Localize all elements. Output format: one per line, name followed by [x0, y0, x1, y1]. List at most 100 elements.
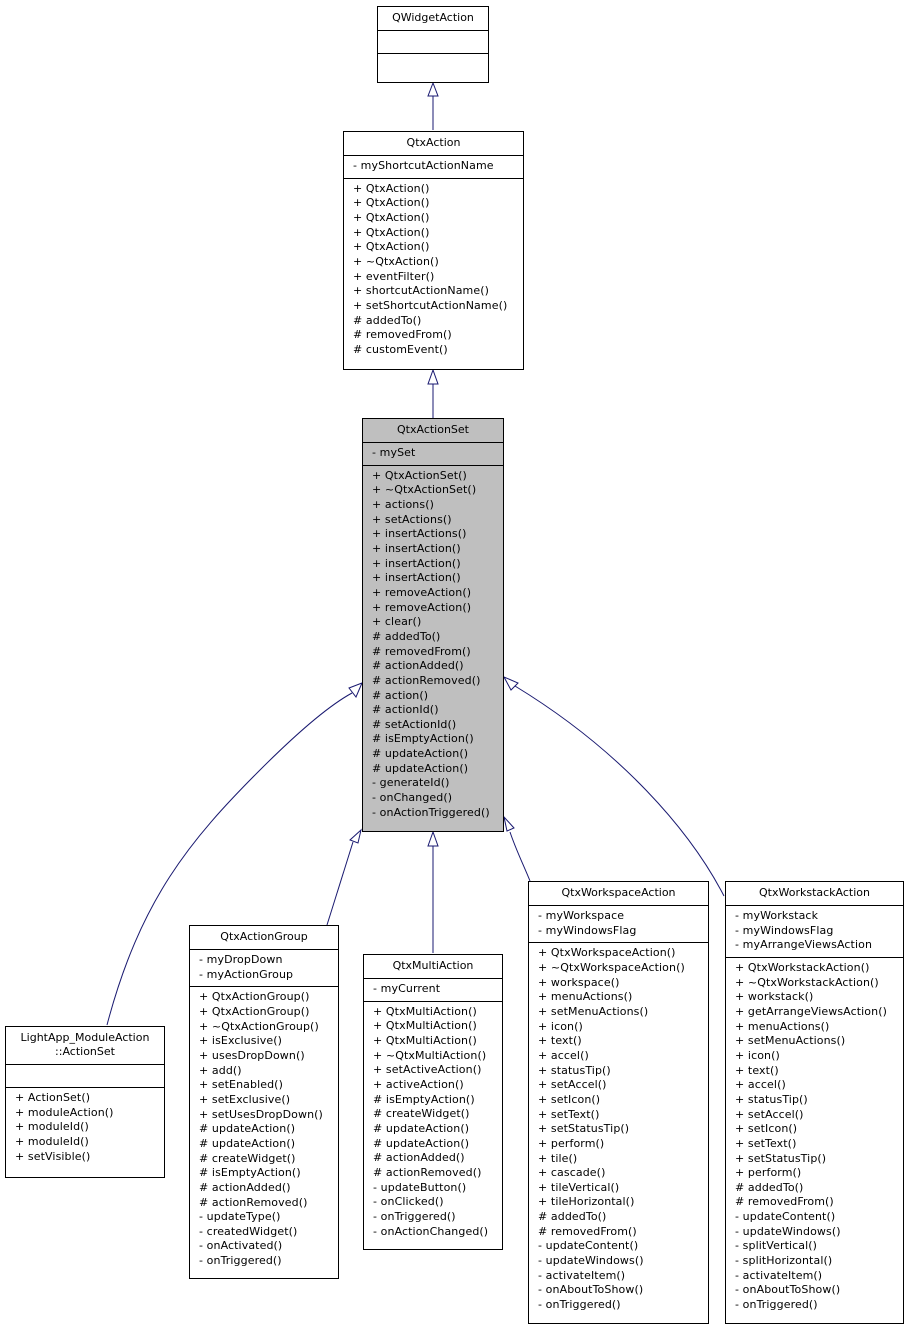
operation-item: + cascade() — [538, 1166, 606, 1180]
class-qtxmultiaction[interactable]: QtxMultiAction - myCurrent + QtxMultiAct… — [363, 954, 503, 1250]
operation-item: # actionRemoved() — [373, 1165, 482, 1179]
operation-item: + setActions() — [372, 512, 452, 526]
operation-item: + add() — [199, 1063, 242, 1077]
operation-item: + getArrangeViewsAction() — [735, 1004, 887, 1018]
arrowhead-workspace-to-qtxactionset — [503, 815, 515, 832]
edge-qtxworkspaceaction-to-qtxactionset — [509, 831, 531, 882]
operation-item: + setActiveAction() — [373, 1063, 482, 1077]
operation-item: + ~QtxWorkspaceAction() — [538, 960, 685, 974]
arrowhead-multi-to-qtxactionset — [427, 830, 439, 847]
attribute-item: - myActionGroup — [199, 967, 294, 981]
operation-item: + icon() — [538, 1019, 583, 1033]
operation-item: + QtxActionGroup() — [199, 1004, 310, 1018]
operation-item: + QtxActionSet() — [372, 468, 467, 482]
operation-item: # addedTo() — [735, 1180, 804, 1194]
operation-item: # updateAction() — [199, 1136, 296, 1150]
attribute-item: - myWorkstack — [735, 909, 819, 922]
operation-item: # actionRemoved() — [372, 673, 481, 687]
operation-item: - updateWindows() — [538, 1254, 644, 1268]
attribute-item: - myArrangeViewsAction — [735, 938, 873, 952]
attribute-item: - myShortcutActionName — [353, 159, 494, 172]
operation-item: + workstack() — [735, 990, 814, 1004]
operation-item: # actionId() — [372, 703, 439, 717]
operation-item: + moduleId() — [15, 1120, 89, 1134]
class-qwidgetaction[interactable]: QWidgetAction — [377, 6, 489, 83]
operation-item: - onAboutToShow() — [538, 1283, 644, 1297]
operations-compartment: + ActionSet() + moduleAction() + moduleId(… — [6, 1088, 164, 1168]
operation-item: + setIcon() — [735, 1122, 798, 1136]
operation-item: - updateType() — [199, 1210, 281, 1224]
operation-item: + setEnabled() — [199, 1078, 283, 1092]
operation-item: - onChanged() — [372, 791, 453, 805]
operation-item: # setActionId() — [372, 717, 457, 731]
operation-item: - onTriggered() — [538, 1298, 621, 1312]
operation-item: + QtxAction() — [353, 210, 430, 224]
operation-item: + QtxAction() — [353, 181, 430, 195]
class-name: QWidgetAction — [378, 7, 488, 31]
operation-item: + ~QtxActionSet() — [372, 483, 477, 497]
operation-item: # updateAction() — [373, 1136, 470, 1150]
operation-item: # createWidget() — [199, 1151, 296, 1165]
operation-item: + ~QtxWorkstackAction() — [735, 975, 879, 989]
operation-item: + perform() — [538, 1136, 605, 1150]
operation-item: + ~QtxAction() — [353, 254, 439, 268]
operation-item: + icon() — [735, 1048, 780, 1062]
operation-item: - onClicked() — [373, 1195, 444, 1209]
operation-item: + setText() — [735, 1136, 797, 1150]
operation-item: # addedTo() — [372, 629, 441, 643]
operation-item: + QtxWorkstackAction() — [735, 960, 870, 974]
operation-item: + insertAction() — [372, 541, 461, 555]
attributes-compartment — [378, 31, 488, 54]
operation-item: + accel() — [735, 1078, 786, 1092]
class-qtxactiongroup[interactable]: QtxActionGroup - myDropDown - myActionGro… — [189, 925, 339, 1279]
operation-item: + text() — [538, 1034, 582, 1048]
operation-item: + QtxAction() — [353, 196, 430, 210]
operation-item: # updateAction() — [373, 1121, 470, 1135]
operation-item: + tileHorizontal() — [538, 1195, 635, 1209]
class-qtxworkstackaction[interactable]: QtxWorkstackAction - myWorkstack - myWind… — [725, 881, 904, 1324]
operation-item: - onActionTriggered() — [372, 805, 490, 819]
class-name: QtxWorkstackAction — [726, 882, 903, 906]
attributes-compartment: - myDropDown - myActionGroup — [190, 950, 338, 988]
operations-compartment: + QtxMultiAction() + QtxMultiAction() + Qt… — [364, 1002, 502, 1244]
class-qtxactionset[interactable]: QtxActionSet - mySet + QtxActionSet() + ~… — [362, 418, 504, 832]
operation-item: + setExclusive() — [199, 1092, 291, 1106]
operation-item: - updateContent() — [735, 1210, 836, 1224]
operation-item: + workspace() — [538, 975, 620, 989]
class-name: QtxActionSet — [363, 419, 503, 443]
operation-item: + QtxMultiAction() — [373, 1019, 477, 1033]
class-lightapp-moduleaction-actionset[interactable]: LightApp_ModuleAction ::ActionSet + Acti… — [5, 1026, 165, 1178]
operation-item: # customEvent() — [353, 342, 448, 356]
operations-compartment: + QtxActionSet() + ~QtxActionSet() + actio… — [363, 466, 503, 825]
operation-item: + actions() — [372, 497, 434, 511]
operation-item: # isEmptyAction() — [372, 732, 474, 746]
arrowhead-lightapp-to-qtxactionset — [348, 682, 363, 698]
attributes-compartment — [6, 1065, 164, 1088]
operation-item: + removeAction() — [372, 600, 472, 614]
operations-compartment: + QtxWorkspaceAction() + ~QtxWorkspaceAct… — [529, 943, 708, 1316]
operation-item: + perform() — [735, 1166, 802, 1180]
attribute-item: - myCurrent — [373, 982, 441, 995]
operation-item: # removedFrom() — [538, 1224, 637, 1238]
operations-compartment: + QtxActionGroup() + QtxActionGroup() + ~Q… — [190, 987, 338, 1272]
class-qtxaction[interactable]: QtxAction - myShortcutActionName + QtxAc… — [343, 131, 524, 370]
operation-item: + setAccel() — [538, 1078, 607, 1092]
operation-item: + setVisible() — [15, 1149, 91, 1163]
operation-item: # isEmptyAction() — [373, 1092, 475, 1106]
operation-item: + QtxWorkspaceAction() — [538, 946, 676, 960]
edge-qtxactiongroup-to-qtxactionset — [326, 841, 354, 926]
attributes-compartment: - myShortcutActionName — [344, 156, 523, 179]
operation-item: + setMenuActions() — [735, 1034, 846, 1048]
operations-compartment: + QtxAction() + QtxAction() + QtxAction() +… — [344, 179, 523, 362]
operation-item: + isExclusive() — [199, 1034, 282, 1048]
operation-item: - activateItem() — [735, 1268, 823, 1282]
operation-item: - activateItem() — [538, 1268, 626, 1282]
arrowhead-to-qtxaction — [427, 368, 439, 385]
operation-item: + moduleId() — [15, 1134, 89, 1148]
operation-item: + insertAction() — [372, 571, 461, 585]
operation-item: # addedTo() — [353, 313, 422, 327]
operation-item: + setIcon() — [538, 1092, 601, 1106]
operation-item: # createWidget() — [373, 1107, 470, 1121]
operation-item: + insertActions() — [372, 527, 467, 541]
class-qtxworkspaceaction[interactable]: QtxWorkspaceAction - myWorkspace - myWind… — [528, 881, 709, 1324]
